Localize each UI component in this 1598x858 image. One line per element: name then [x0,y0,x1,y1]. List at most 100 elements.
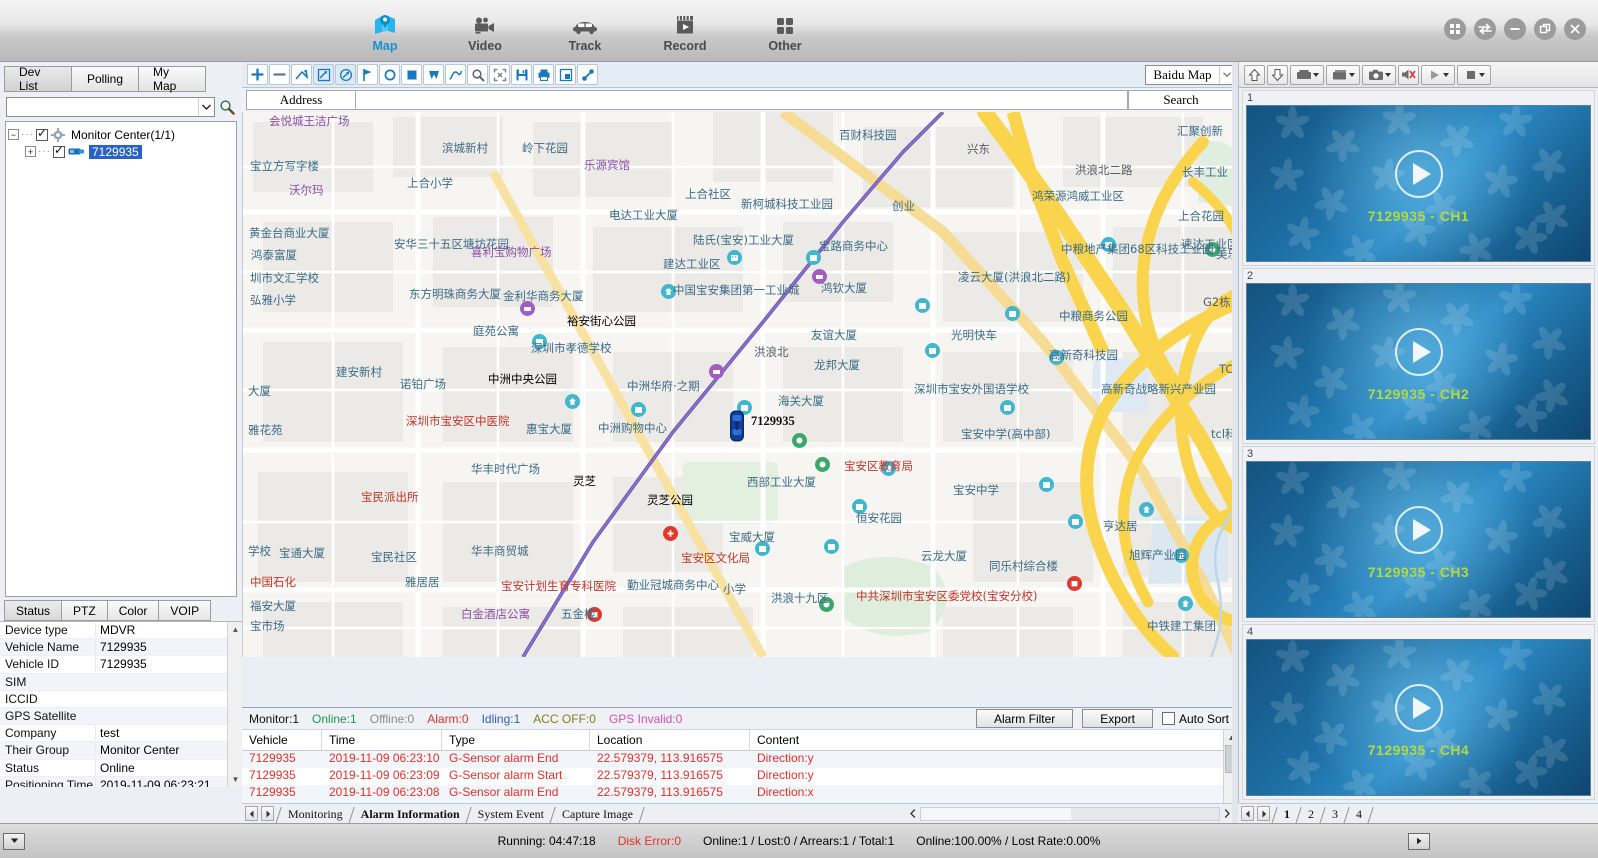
video-channel-cell[interactable]: 1 7129935 - CH1 [1242,90,1595,266]
poi-marker[interactable] [1000,400,1015,415]
collapse-icon[interactable]: − [8,129,19,140]
tab-dev-list[interactable]: Dev List [4,65,72,93]
video-page-1[interactable]: 1 [1274,806,1298,824]
layout-button[interactable] [1290,64,1324,85]
export-button[interactable]: Export [1082,709,1153,728]
save-button[interactable] [511,64,532,85]
tab-system-event[interactable]: System Event [468,806,552,824]
scroll-left-icon[interactable] [906,806,920,821]
poi-marker[interactable] [1178,596,1193,611]
play-button[interactable] [1421,64,1455,85]
play-overlay-button[interactable] [1394,506,1443,555]
play-overlay-button[interactable] [1394,328,1443,377]
video-page-4[interactable]: 4 [1346,806,1370,824]
hscrollbar-thumb[interactable] [921,807,1071,820]
video-page-prev-button[interactable] [1241,806,1254,821]
chevron-down-icon[interactable] [198,98,214,116]
chevron-down-icon[interactable] [1442,72,1449,77]
table-row[interactable]: 7129935 2019-11-09 06:23:10 G-Sensor ala… [242,751,1238,769]
chevron-down-icon[interactable] [1348,72,1355,77]
device-search-combo[interactable] [6,97,215,117]
video-screen[interactable]: 7129935 - CH2 [1246,283,1591,440]
window-button[interactable] [555,64,576,85]
circle-tool-button[interactable] [379,64,400,85]
poi-marker[interactable] [1039,477,1054,492]
fullscreen-button[interactable] [489,64,510,85]
status-bar-right-button[interactable] [1408,832,1430,850]
stream-button[interactable] [1326,64,1360,85]
video-channel-cell[interactable]: 3 7129935 - CH3 [1242,446,1595,622]
chevron-down-icon[interactable] [1478,72,1485,77]
alarm-filter-button[interactable]: Alarm Filter [975,709,1074,728]
tab-voip[interactable]: VOIP [158,600,212,621]
measure-area-button[interactable] [313,64,334,85]
hscrollbar-track[interactable] [920,806,1220,821]
magnifier-icon[interactable] [218,98,236,116]
vehicle-marker[interactable] [727,409,747,446]
video-screen[interactable]: 7129935 - CH4 [1246,639,1591,796]
table-row[interactable]: 7129935 2019-11-09 06:23:09 G-Sensor ala… [242,768,1238,785]
poi-marker[interactable] [815,457,830,472]
expand-icon[interactable]: + [25,146,36,157]
auto-sort-checkbox[interactable] [1161,712,1175,725]
poi-marker[interactable] [792,433,807,448]
tab-status[interactable]: Status [4,600,63,621]
map-canvas[interactable]: 7129935 会悦城王洁广场 滨城新村 岭下花园 百财科技园 兴东 汇聚创新 宝立方写字楼… [242,112,1238,657]
video-page-2[interactable]: 2 [1298,806,1322,824]
poi-marker[interactable] [1139,502,1154,517]
poi-marker[interactable] [565,394,580,409]
search-tool-button[interactable] [467,64,488,85]
polygon-tool-button[interactable] [423,64,444,85]
tab-next-button[interactable] [261,806,274,821]
col-vehicle[interactable]: Vehicle [242,730,322,750]
status-table-scrollbar[interactable]: ▲ ▼ [227,622,242,787]
nav-item-other[interactable]: Other [735,4,835,58]
nav-item-track[interactable]: Track [535,4,635,58]
stop-button[interactable] [1457,64,1491,85]
col-type[interactable]: Type [442,730,590,750]
tab-alarm-information[interactable]: Alarm Information [351,806,468,824]
poi-marker[interactable] [709,364,724,379]
zoom-out-button[interactable] [269,64,290,85]
address-search-button[interactable]: Search [1128,90,1234,110]
col-time[interactable]: Time [322,730,442,750]
link-button[interactable] [577,64,598,85]
video-channel-cell[interactable]: 2 7129935 - CH2 [1242,268,1595,444]
poi-marker[interactable] [925,343,940,358]
tree-node-vehicle[interactable]: + ··· 7129935 [8,143,234,160]
address-input[interactable] [356,90,1128,110]
measure-angle-button[interactable] [335,64,356,85]
rectangle-tool-button[interactable] [401,64,422,85]
scroll-up-icon[interactable]: ▲ [228,622,242,637]
tab-my-map[interactable]: My Map [138,65,206,93]
poi-marker[interactable] [1005,306,1020,321]
chevron-down-icon[interactable] [1312,72,1319,77]
poi-marker[interactable] [824,539,839,554]
measure-distance-button[interactable] [291,64,312,85]
video-page-next-button[interactable] [1257,806,1270,821]
horizontal-scroll-controls[interactable] [906,806,1238,821]
nav-item-record[interactable]: Record [635,4,735,58]
tab-polling[interactable]: Polling [71,66,139,92]
minimize-button[interactable] [1504,18,1526,40]
poi-marker[interactable] [1067,576,1082,591]
apps-grid-button[interactable] [1444,18,1466,40]
poi-marker[interactable] [520,301,535,316]
device-search-input[interactable] [7,98,198,116]
poi-marker[interactable] [1068,514,1083,529]
map-source-combo[interactable]: Baidu Map [1145,64,1235,85]
close-button[interactable] [1564,18,1586,40]
restore-button[interactable] [1534,18,1556,40]
device-tree[interactable]: − ··· Monitor Center(1/1) + [5,121,237,597]
tab-color[interactable]: Color [106,600,160,621]
poi-marker-hospital[interactable] [663,526,678,541]
nav-item-video[interactable]: Video [435,4,535,58]
switch-button[interactable] [1474,18,1496,40]
tab-capture-image[interactable]: Capture Image [552,806,641,824]
play-overlay-button[interactable] [1394,684,1443,733]
play-overlay-button[interactable] [1394,150,1443,199]
print-button[interactable] [533,64,554,85]
video-channel-cell[interactable]: 4 7129935 - CH4 [1242,624,1595,800]
nav-item-map[interactable]: Map [335,4,435,58]
video-screen[interactable]: 7129935 - CH3 [1246,461,1591,618]
